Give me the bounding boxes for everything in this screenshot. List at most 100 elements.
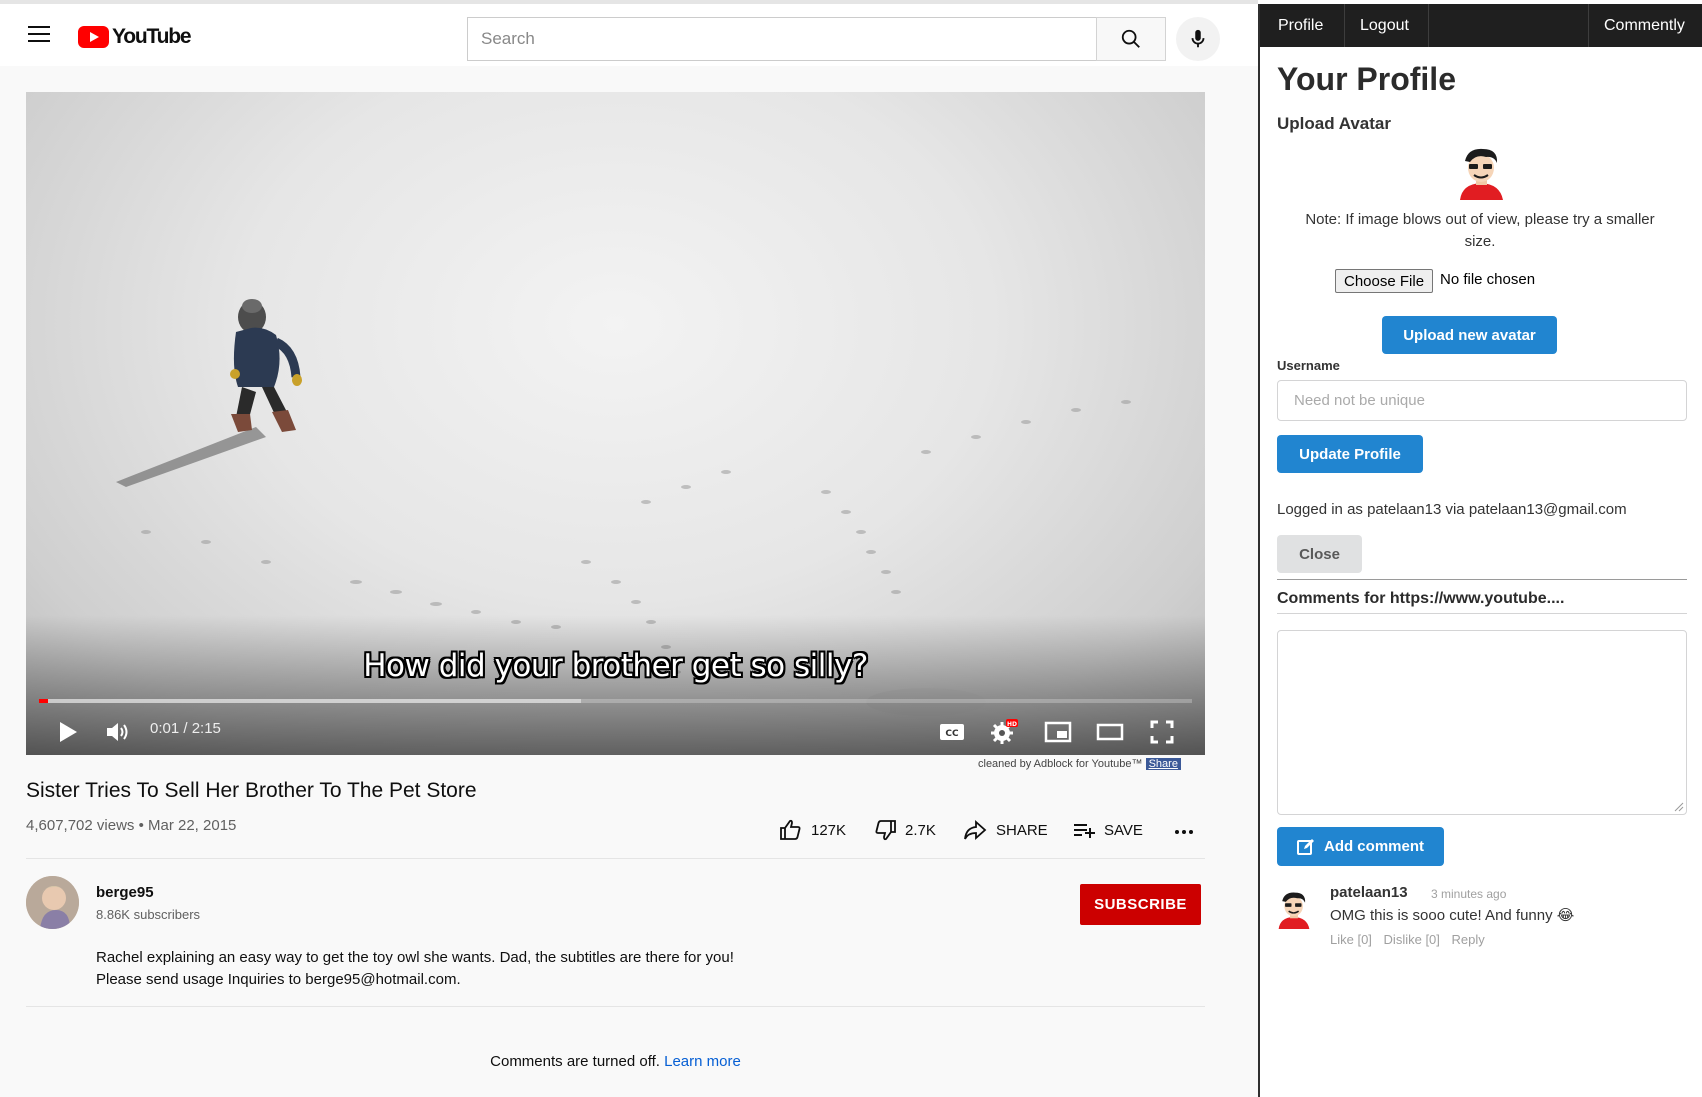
choose-file-button[interactable]: Choose File — [1335, 269, 1434, 293]
more-actions-button[interactable] — [1173, 817, 1203, 843]
resize-grip-icon[interactable] — [1674, 802, 1684, 812]
subscribe-button[interactable]: SUBSCRIBE — [1080, 884, 1201, 925]
upload-avatar-heading: Upload Avatar — [1277, 114, 1391, 133]
comment-like-link[interactable]: Like [0] — [1330, 932, 1372, 947]
play-icon — [60, 722, 77, 742]
share-button[interactable]: SHARE — [962, 817, 1048, 843]
comment-reply-link[interactable]: Reply — [1452, 932, 1485, 947]
add-comment-label: Add comment — [1323, 838, 1424, 855]
search-input[interactable]: Search — [467, 17, 1097, 61]
settings-button[interactable]: HD — [986, 714, 1022, 750]
close-button[interactable]: Close — [1277, 535, 1362, 573]
channel-name[interactable]: berge95 — [96, 884, 154, 901]
svg-text:CC: CC — [945, 729, 959, 739]
divider — [1277, 613, 1687, 614]
share-label: SHARE — [996, 821, 1048, 839]
progress-buffered — [39, 699, 581, 703]
thumbs-down-icon — [875, 820, 896, 841]
gear-hd-icon: HD — [991, 719, 1018, 744]
video-subtitle: How did your brother get so silly? — [363, 648, 868, 684]
video-title: Sister Tries To Sell Her Brother To The … — [26, 779, 477, 802]
miniplayer-icon — [1044, 721, 1072, 743]
miniplayer-button[interactable] — [1040, 714, 1076, 750]
username-input[interactable]: Need not be unique — [1277, 380, 1687, 421]
video-progress-bar[interactable] — [39, 699, 1192, 703]
username-label: Username — [1277, 358, 1340, 373]
youtube-header: YouTube Search — [0, 4, 1258, 66]
fullscreen-button[interactable] — [1144, 714, 1180, 750]
comment-textarea[interactable] — [1277, 630, 1687, 815]
file-status-text: No file chosen — [1440, 271, 1536, 288]
nav-divider — [1428, 4, 1429, 47]
search-button[interactable] — [1096, 17, 1166, 61]
comment-author[interactable]: patelaan13 — [1330, 884, 1408, 901]
volume-button[interactable] — [98, 714, 138, 750]
dislike-count: 2.7K — [905, 821, 936, 839]
theater-mode-button[interactable] — [1092, 714, 1128, 750]
dislike-button[interactable]: 2.7K — [873, 817, 936, 843]
video-views-date: 4,607,702 views • Mar 22, 2015 — [26, 817, 237, 834]
play-button[interactable] — [48, 714, 88, 750]
captions-button[interactable]: CC — [934, 714, 970, 750]
nav-brand-link[interactable]: Commently — [1604, 4, 1685, 47]
divider — [26, 858, 1205, 859]
update-profile-button[interactable]: Update Profile — [1277, 435, 1423, 473]
search-icon — [1121, 29, 1140, 48]
theater-mode-icon — [1096, 723, 1124, 741]
comment-dislike-link[interactable]: Dislike [0] — [1384, 932, 1440, 947]
nav-divider — [1344, 4, 1345, 47]
video-time: 0:01 / 2:15 — [150, 720, 221, 737]
video-description: Rachel explaining an easy way to get the… — [96, 947, 734, 991]
edit-icon — [1296, 838, 1314, 855]
thumbs-up-icon — [780, 819, 801, 840]
channel-avatar[interactable] — [26, 876, 79, 929]
youtube-play-logo-icon — [78, 26, 109, 48]
search-placeholder: Search — [481, 29, 535, 48]
add-comment-button[interactable]: Add comment — [1277, 827, 1444, 866]
learn-more-link[interactable]: Learn more — [664, 1053, 741, 1070]
channel-avatar-image — [26, 876, 79, 929]
volume-icon — [107, 723, 128, 741]
description-line: Rachel explaining an easy way to get the… — [96, 949, 734, 966]
youtube-logo-text: YouTube — [112, 25, 192, 48]
like-button[interactable]: 127K — [779, 817, 846, 843]
comments-off-text: Comments are turned off. — [490, 1053, 660, 1070]
youtube-page: YouTube Search How did your brother get … — [0, 0, 1258, 1097]
voice-search-button[interactable] — [1176, 17, 1220, 61]
profile-avatar-image — [1454, 144, 1509, 200]
channel-subscriber-count: 8.86K subscribers — [96, 907, 201, 922]
nav-divider — [1588, 4, 1589, 47]
save-label: SAVE — [1104, 821, 1143, 839]
nav-profile-link[interactable]: Profile — [1278, 4, 1323, 47]
commently-panel: Profile Logout Commently Your Profile Up… — [1258, 4, 1702, 1097]
adblock-credit-text: cleaned by Adblock for Youtube™ — [978, 758, 1143, 770]
youtube-logo[interactable]: YouTube — [78, 25, 192, 49]
adblock-share-link[interactable]: Share — [1145, 758, 1181, 770]
nav-logout-link[interactable]: Logout — [1360, 4, 1409, 47]
microphone-icon — [1191, 29, 1205, 48]
fullscreen-icon — [1150, 720, 1174, 744]
share-arrow-icon — [964, 819, 987, 841]
avatar-size-note: Note: If image blows out of view, please… — [1305, 211, 1655, 250]
hamburger-menu-icon[interactable] — [28, 26, 50, 44]
username-placeholder: Need not be unique — [1294, 392, 1425, 409]
svg-text:HD: HD — [1007, 721, 1017, 728]
comment-text: OMG this is sooo cute! And funny 😂 — [1330, 907, 1575, 924]
save-button[interactable]: SAVE — [1072, 817, 1143, 843]
divider — [1277, 579, 1687, 580]
progress-played — [39, 699, 49, 703]
logged-in-status: Logged in as patelaan13 via patelaan13@g… — [1277, 501, 1627, 518]
description-line: Please send usage Inquiries to berge95@h… — [96, 971, 461, 988]
like-count: 127K — [811, 821, 847, 839]
adblock-credit: cleaned by Adblock for Youtube™ Share — [978, 758, 1181, 770]
video-player[interactable]: How did your brother get so silly? 0:01 … — [26, 92, 1205, 755]
comment-actions: Like [0] Dislike [0] Reply — [1330, 932, 1493, 947]
captions-icon: CC — [940, 724, 964, 740]
playlist-add-icon — [1074, 824, 1095, 838]
comment-author-avatar — [1274, 889, 1314, 929]
comments-disabled-notice: Comments are turned off. Learn more — [0, 1053, 1231, 1070]
panel-nav-bar: Profile Logout Commently — [1260, 4, 1702, 47]
comments-heading: Comments for https://www.youtube.... — [1277, 590, 1565, 607]
more-horizontal-icon — [1175, 830, 1193, 834]
upload-avatar-button[interactable]: Upload new avatar — [1382, 316, 1557, 354]
